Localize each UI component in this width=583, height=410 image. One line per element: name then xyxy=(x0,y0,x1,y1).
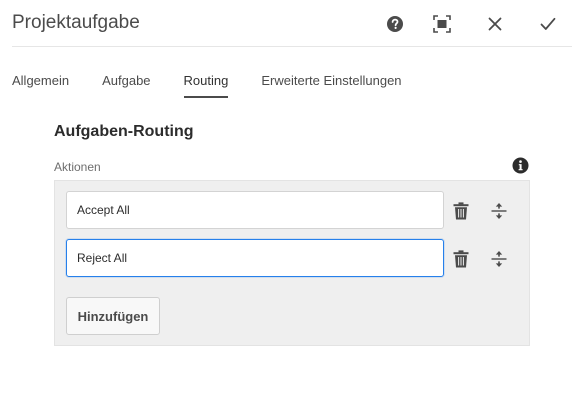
tab-routing[interactable]: Routing xyxy=(183,70,228,98)
dialog: Projektaufgabe Allgemein Aufgabe Routing… xyxy=(0,0,583,410)
section-title: Aufgaben-Routing xyxy=(54,123,194,140)
reorder-icon xyxy=(491,203,507,219)
info-icon xyxy=(512,157,529,174)
add-button[interactable]: Hinzufügen xyxy=(66,297,160,335)
checkmark-icon xyxy=(540,17,556,30)
action-row xyxy=(66,191,520,229)
tab-list: Allgemein Aufgabe Routing Erweiterte Ein… xyxy=(12,70,435,100)
delete-button[interactable] xyxy=(450,248,472,270)
action-row xyxy=(66,239,520,277)
tab-aufgabe[interactable]: Aufgabe xyxy=(102,70,150,98)
close-button[interactable] xyxy=(482,11,508,37)
tab-erweiterte-einstellungen[interactable]: Erweiterte Einstellungen xyxy=(261,70,401,98)
actions-label: Aktionen xyxy=(54,160,101,174)
action-input[interactable] xyxy=(66,239,444,277)
reorder-handle[interactable] xyxy=(488,248,510,270)
done-button[interactable] xyxy=(535,11,561,37)
help-icon xyxy=(387,16,403,32)
delete-button[interactable] xyxy=(450,200,472,222)
help-button[interactable] xyxy=(382,11,408,37)
fullscreen-icon xyxy=(433,15,451,33)
actions-multifield: Hinzufügen xyxy=(54,180,530,346)
info-button[interactable] xyxy=(512,157,529,174)
tab-allgemein[interactable]: Allgemein xyxy=(12,70,69,98)
trash-icon xyxy=(453,250,469,268)
reorder-handle[interactable] xyxy=(488,200,510,222)
dialog-header: Projektaufgabe xyxy=(12,0,572,47)
reorder-icon xyxy=(491,251,507,267)
dialog-title: Projektaufgabe xyxy=(12,12,140,33)
action-input[interactable] xyxy=(66,191,444,229)
close-icon xyxy=(488,17,502,31)
trash-icon xyxy=(453,202,469,220)
fullscreen-button[interactable] xyxy=(429,11,455,37)
